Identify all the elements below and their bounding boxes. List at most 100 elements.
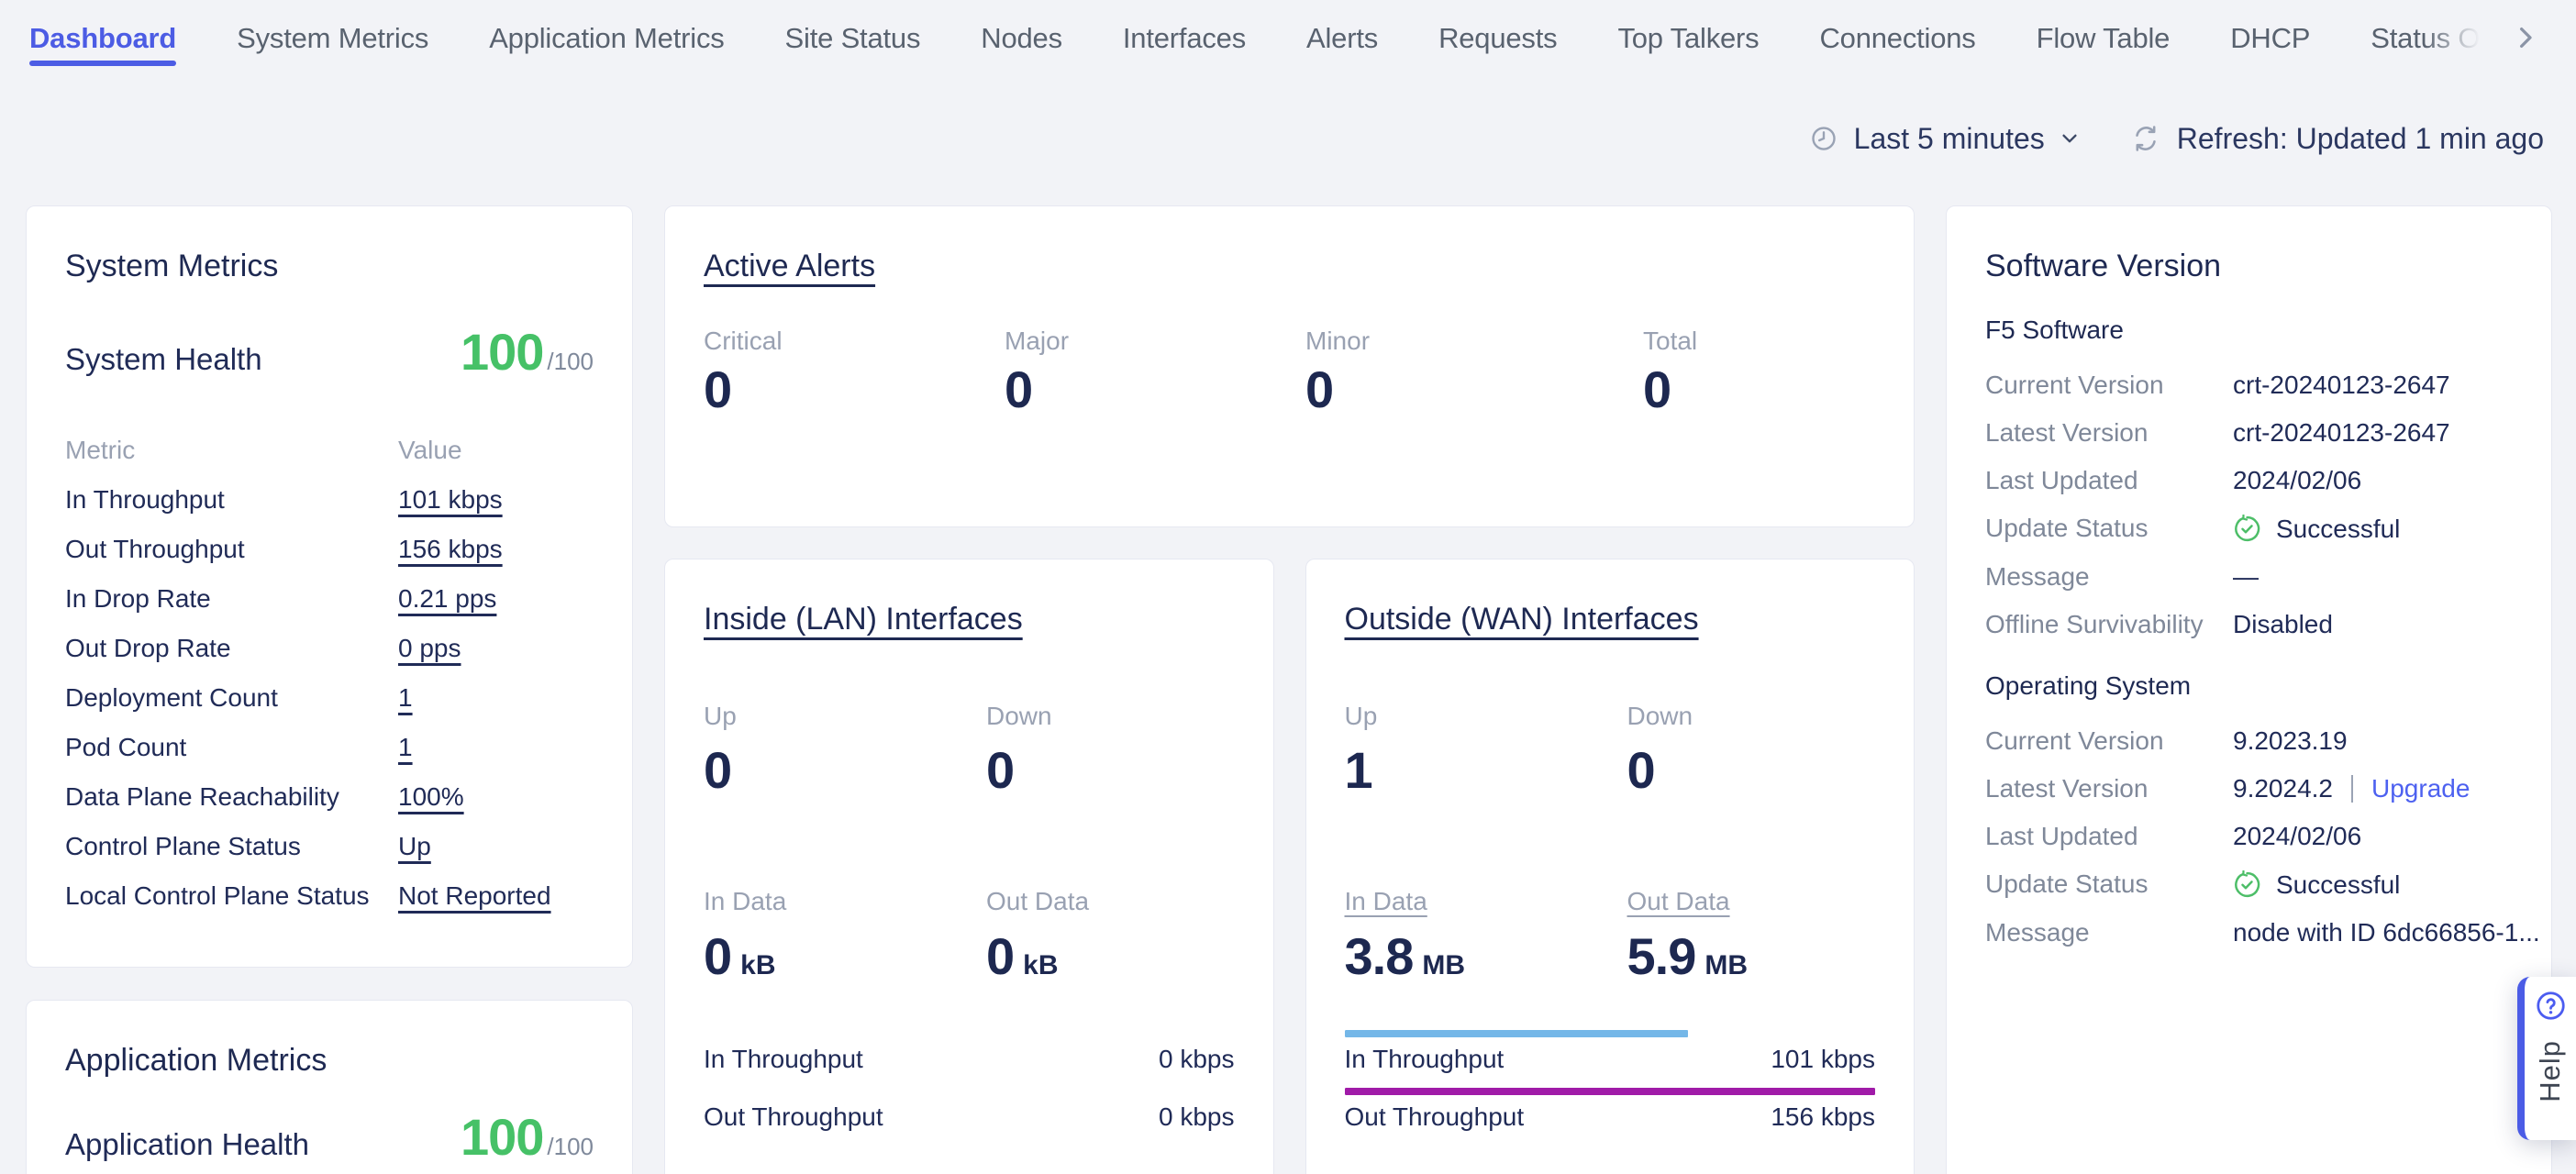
row-value: 9.2024.2 (2233, 775, 2333, 803)
row-label: Current Version (1985, 727, 2233, 755)
table-row: Data Plane Reachability 100% (65, 783, 594, 811)
wan-interfaces-title-link[interactable]: Outside (WAN) Interfaces (1345, 602, 1699, 637)
tabs-scroll-right-button[interactable] (2510, 24, 2541, 55)
metric-value-link[interactable]: 1 (398, 683, 413, 712)
tab-status-objects[interactable]: Status Objects (2371, 0, 2488, 59)
data-number: 0 (986, 930, 1014, 983)
stat-value: 0 kB (986, 930, 1235, 983)
time-range-dropdown[interactable]: Last 5 minutes (1810, 122, 2080, 156)
wan-stat-up: Up 1 (1345, 703, 1627, 797)
row-value: node with ID 6dc66856-1... (2233, 919, 2540, 947)
metric-value-link[interactable]: 156 kbps (398, 535, 503, 563)
system-metrics-title: System Metrics (65, 249, 594, 283)
tab-top-talkers[interactable]: Top Talkers (1617, 0, 1759, 59)
lan-in-throughput-bar (704, 1030, 1235, 1037)
tab-system-metrics[interactable]: System Metrics (237, 0, 428, 59)
lan-stat-up: Up 0 (704, 703, 986, 797)
lan-out-throughput-row: Out Throughput 0 kbps (704, 1102, 1235, 1132)
row-value: 9.2023.19 (2233, 727, 2513, 755)
metric-value-link[interactable]: 101 kbps (398, 485, 503, 514)
stat-value: 3.8 MB (1345, 930, 1627, 983)
wan-out-throughput-row: Out Throughput 156 kbps (1345, 1102, 1876, 1132)
stat-value: 0 (1627, 744, 1876, 797)
tab-interfaces[interactable]: Interfaces (1123, 0, 1246, 59)
tab-nodes[interactable]: Nodes (981, 0, 1062, 59)
wan-out-throughput-bar (1345, 1088, 1876, 1095)
tab-alerts[interactable]: Alerts (1306, 0, 1378, 59)
metric-label: Out Throughput (65, 536, 398, 563)
throughput-value: 0 kbps (1159, 1102, 1235, 1132)
metric-value-link[interactable]: Not Reported (398, 881, 551, 910)
software-row: Update Status Successful (1985, 870, 2513, 899)
lan-out-throughput-bar (704, 1088, 1235, 1095)
table-row: Control Plane Status Up (65, 833, 594, 860)
time-range-label: Last 5 minutes (1854, 122, 2045, 156)
wan-data-stats: In Data 3.8 MB Out Data 5.9 MB (1345, 888, 1876, 983)
software-row: Last Updated 2024/02/06 (1985, 467, 2513, 494)
stat-label: Major (1005, 327, 1305, 355)
lan-interfaces-card: Inside (LAN) Interfaces Up 0 Down 0 In D… (664, 559, 1274, 1174)
row-label: Message (1985, 919, 2233, 947)
value-column-header: Value (398, 437, 594, 464)
metric-value-link[interactable]: Up (398, 832, 431, 860)
in-data-link[interactable]: In Data (1345, 887, 1427, 915)
wan-stat-out-data: Out Data 5.9 MB (1627, 888, 1876, 983)
software-row: Current Version 9.2023.19 (1985, 727, 2513, 755)
application-metrics-card: Application Metrics Application Health 1… (26, 1000, 633, 1174)
row-value: 2024/02/06 (2233, 823, 2513, 850)
metric-value-link[interactable]: 0.21 pps (398, 584, 496, 613)
table-row: Deployment Count 1 (65, 684, 594, 712)
out-data-link[interactable]: Out Data (1627, 887, 1730, 915)
stat-value: 0 (986, 744, 1235, 797)
row-value: Disabled (2233, 611, 2513, 638)
row-label: Latest Version (1985, 419, 2233, 447)
stat-value: 0 (1005, 363, 1305, 416)
tab-flow-table[interactable]: Flow Table (2037, 0, 2171, 59)
tab-requests[interactable]: Requests (1438, 0, 1557, 59)
tab-dashboard[interactable]: Dashboard (29, 0, 176, 59)
metric-value-link[interactable]: 100% (398, 782, 464, 811)
table-row: Out Throughput 156 kbps (65, 536, 594, 563)
data-number: 0 (704, 930, 731, 983)
row-label: Update Status (1985, 515, 2233, 543)
software-row: Offline Survivability Disabled (1985, 611, 2513, 638)
main-tab-bar: Dashboard System Metrics Application Met… (0, 0, 2488, 79)
system-health-value: 100 (461, 322, 543, 382)
application-health-label: Application Health (65, 1126, 309, 1163)
row-value: — (2233, 563, 2513, 591)
tab-site-status[interactable]: Site Status (785, 0, 921, 59)
active-alerts-title-link[interactable]: Active Alerts (704, 249, 875, 283)
software-row: Latest Version crt-20240123-2647 (1985, 419, 2513, 447)
status-text: Successful (2276, 871, 2400, 899)
upgrade-link[interactable]: Upgrade (2371, 775, 2470, 803)
stat-label: Minor (1305, 327, 1643, 355)
refresh-button[interactable]: Refresh: Updated 1 min ago (2131, 122, 2544, 156)
metric-label: Control Plane Status (65, 833, 398, 860)
help-label: Help (2534, 1040, 2567, 1102)
metric-value-link[interactable]: 1 (398, 733, 413, 761)
dashboard-toolbar: Last 5 minutes Refresh: Updated 1 min ag… (1810, 117, 2544, 160)
value-link-divider (2351, 775, 2353, 803)
bar-fill (1345, 1088, 1876, 1095)
system-metrics-table: Metric Value In Throughput 101 kbps Out … (65, 437, 594, 910)
tab-dhcp[interactable]: DHCP (2230, 0, 2310, 59)
help-panel-button[interactable]: Help (2517, 977, 2576, 1140)
application-health-value: 100 (461, 1107, 543, 1167)
tab-connections[interactable]: Connections (1819, 0, 1975, 59)
software-row: Last Updated 2024/02/06 (1985, 823, 2513, 850)
table-row: Out Drop Rate 0 pps (65, 635, 594, 662)
metric-label: In Drop Rate (65, 585, 398, 613)
data-unit: kB (1023, 950, 1058, 981)
system-health-score: 100 /100 (461, 322, 594, 382)
clock-icon (1810, 125, 1838, 152)
throughput-label: In Throughput (704, 1045, 863, 1074)
metric-value-link[interactable]: 0 pps (398, 634, 461, 662)
bar-fill (1345, 1030, 1688, 1037)
row-value-with-status: Successful (2233, 870, 2513, 899)
lan-interfaces-title-link[interactable]: Inside (LAN) Interfaces (704, 602, 1023, 637)
table-row: Pod Count 1 (65, 734, 594, 761)
tab-application-metrics[interactable]: Application Metrics (489, 0, 724, 59)
software-row: Current Version crt-20240123-2647 (1985, 371, 2513, 399)
check-circle-icon (2233, 515, 2261, 543)
row-label: Last Updated (1985, 467, 2233, 494)
